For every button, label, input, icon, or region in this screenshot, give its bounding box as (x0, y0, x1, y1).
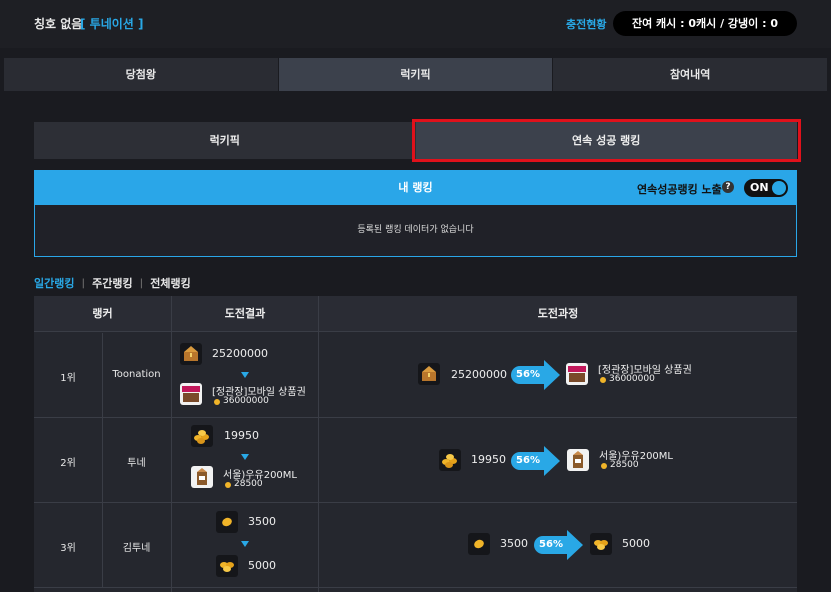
subtab-lucky-pick[interactable]: 럭키픽 (34, 122, 416, 159)
start-value: 3500 (248, 515, 276, 528)
top-bar: 칭호 없음 [ 투네이션 ] 충전현황 잔여 캐시 : 0캐시 / 강냉이 : … (0, 0, 831, 48)
tab-total-ranking[interactable]: 전체랭킹 (150, 275, 190, 291)
coins-icon (216, 555, 238, 577)
success-rate-arrow: 56% (511, 446, 560, 476)
expose-ranking-label: 연속성공랭킹 노출 (637, 183, 722, 196)
coin-icon (225, 482, 231, 488)
gift-card-icon (566, 363, 588, 385)
highlight-box (412, 119, 801, 162)
coin-pile-icon (439, 449, 461, 471)
my-rank-empty-message: 등록된 랭킹 데이터가 없습니다 (34, 205, 797, 257)
tab-weekly-ranking[interactable]: 주간랭킹 (92, 275, 132, 291)
help-icon[interactable]: ? (722, 181, 734, 193)
expose-ranking-toggle[interactable]: ON (744, 179, 788, 197)
charge-status-link[interactable]: 충전현황 (566, 16, 606, 32)
table-row: 3위 김투네 3500 5000 3500 56% 5000 (34, 503, 797, 588)
ranking-table: 랭커 도전결과 도전과정 1위 Toonation 25200000 [정관장]… (34, 296, 797, 592)
ranker-name: 투네 (127, 458, 146, 469)
rank-label: 1위 (60, 373, 76, 384)
separator: | (139, 277, 144, 289)
gift-card-icon (180, 383, 202, 405)
milk-icon (191, 466, 213, 488)
success-rate: 56% (511, 452, 545, 470)
coin-icon (600, 377, 606, 383)
coins-icon (590, 533, 612, 555)
start-value: 25200000 (212, 347, 268, 360)
start-value: 19950 (224, 429, 259, 442)
arrow-head-icon (567, 530, 583, 560)
header-result: 도전결과 (224, 307, 266, 320)
header-ranker: 랭커 (92, 307, 113, 320)
coin-icon (468, 533, 490, 555)
prize-price: 36000000 (223, 396, 269, 406)
success-rate: 56% (534, 536, 568, 554)
success-rate-arrow: 56% (534, 530, 583, 560)
ranker-name: Toonation (112, 369, 161, 380)
process-start-value: 25200000 (451, 368, 507, 381)
toggle-knob (772, 181, 786, 195)
title-status: 칭호 없음 (34, 17, 83, 31)
treasure-chest-icon (180, 343, 202, 365)
prize-value: 5000 (248, 559, 276, 572)
main-tabs: 당첨왕 럭키픽 참여내역 (4, 58, 827, 91)
rank-label: 3위 (60, 543, 76, 554)
process-prize-value: 5000 (622, 537, 650, 550)
tab-participation-history[interactable]: 참여내역 (553, 58, 827, 91)
tab-winner-king[interactable]: 당첨왕 (4, 58, 279, 91)
rank-label: 2위 (60, 458, 76, 469)
success-rate: 56% (511, 366, 545, 384)
coin-icon (216, 511, 238, 533)
treasure-chest-icon (418, 363, 440, 385)
balance-pill: 잔여 캐시 : 0캐시 / 강냉이 : 0 (613, 11, 797, 36)
process-prize-price: 28500 (610, 460, 639, 470)
coin-icon (601, 463, 607, 469)
process-start-value: 3500 (500, 537, 528, 550)
process-prize-price: 36000000 (609, 374, 655, 384)
my-rank-header: 내 랭킹 연속성공랭킹 노출 ? ON (34, 170, 797, 205)
down-arrow-icon (241, 454, 249, 460)
title-tag[interactable]: [ 투네이션 ] (80, 15, 144, 32)
ranker-name: 김투네 (122, 543, 151, 554)
coin-pile-icon (191, 425, 213, 447)
milk-icon (567, 449, 589, 471)
tab-lucky-pick[interactable]: 럭키픽 (278, 58, 554, 91)
separator: | (81, 277, 86, 289)
toggle-label: ON (750, 181, 769, 194)
success-rate-arrow: 56% (511, 360, 560, 390)
table-header: 랭커 도전결과 도전과정 (34, 296, 797, 332)
arrow-head-icon (544, 446, 560, 476)
down-arrow-icon (241, 372, 249, 378)
prize-price: 28500 (234, 479, 263, 489)
tab-daily-ranking[interactable]: 일간랭킹 (34, 275, 74, 291)
process-start-value: 19950 (471, 453, 506, 466)
coin-icon (214, 399, 220, 405)
table-row: 2위 투네 19950 서울)우유200ML 28500 19950 56% 서… (34, 418, 797, 503)
table-row: 1위 Toonation 25200000 [정관장]모바일 상품권 36000… (34, 333, 797, 418)
arrow-head-icon (544, 360, 560, 390)
down-arrow-icon (241, 541, 249, 547)
period-tabs: 일간랭킹 | 주간랭킹 | 전체랭킹 (34, 275, 191, 291)
header-process: 도전과정 (537, 307, 579, 320)
